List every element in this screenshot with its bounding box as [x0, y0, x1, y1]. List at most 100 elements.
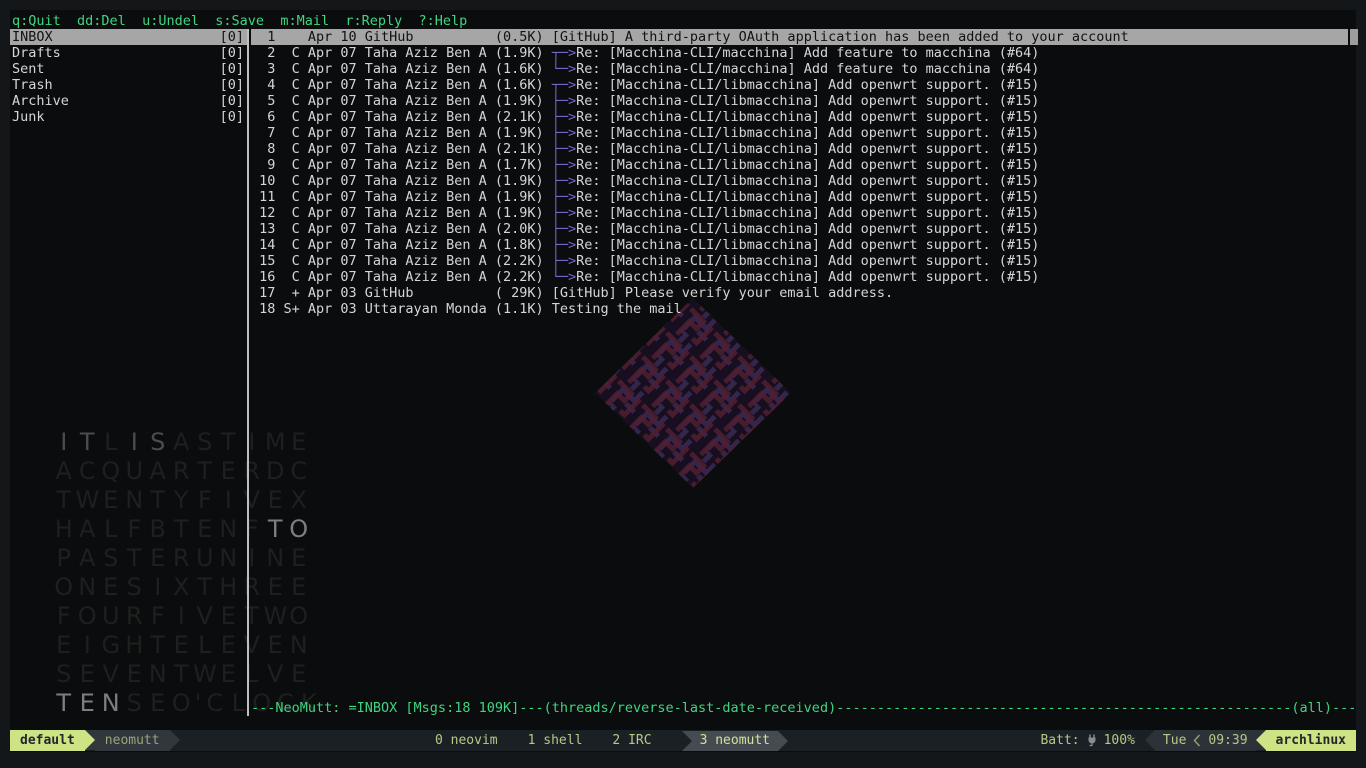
mail-subject: Re: [Macchina-CLI/libmacchina] Add openw…: [576, 205, 1039, 221]
clock-letter: T: [240, 602, 264, 631]
mail-row[interactable]: 15 C Apr 07 Taha Aziz Ben A (2.2K) ├─>Re…: [251, 253, 1348, 269]
thread-tree-icon: ├─>: [552, 237, 576, 253]
mailbox-count: [0]: [220, 93, 244, 109]
sidebar-item-drafts[interactable]: Drafts[0]: [10, 45, 247, 61]
menu-item: dd:Del: [77, 13, 126, 29]
mail-row[interactable]: 17 + Apr 03 GitHub ( 29K) [GitHub] Pleas…: [251, 285, 1348, 301]
clock-letter: E: [217, 457, 241, 486]
mail-row[interactable]: 9 C Apr 07 Taha Aziz Ben A (1.7K) ├─>Re:…: [251, 157, 1348, 173]
mailbox-name: INBOX: [12, 29, 53, 45]
mail-row-columns: 11 C Apr 07 Taha Aziz Ben A (1.9K): [251, 189, 552, 205]
clock-row: ITLISASTIME: [52, 428, 321, 457]
sidebar-item-inbox[interactable]: INBOX[0]: [10, 29, 247, 45]
mail-row-columns: 18 S+ Apr 03 Uttarayan Monda (1.1K): [251, 301, 552, 317]
mail-row[interactable]: 10 C Apr 07 Taha Aziz Ben A (1.9K) ├─>Re…: [251, 173, 1348, 189]
thread-tree-icon: ┬─>: [552, 45, 576, 61]
clock-letter: E: [193, 515, 217, 544]
mail-row-columns: 17 + Apr 03 GitHub ( 29K): [251, 285, 552, 301]
mailbox-count: [0]: [220, 45, 244, 61]
clock-letter: H: [52, 515, 76, 544]
clock-letter: V: [240, 486, 264, 515]
clock-letter: S: [123, 689, 147, 718]
clock-letter: V: [240, 631, 264, 660]
clock-letter: A: [170, 428, 194, 457]
powerline-arrow-icon: [1256, 730, 1266, 750]
sidebar-item-trash[interactable]: Trash [0]: [10, 77, 247, 93]
mail-row[interactable]: 8 C Apr 07 Taha Aziz Ben A (2.1K) ├─>Re:…: [251, 141, 1348, 157]
mail-row[interactable]: 12 C Apr 07 Taha Aziz Ben A (1.9K) ├─>Re…: [251, 205, 1348, 221]
mail-row-columns: 6 C Apr 07 Taha Aziz Ben A (2.1K): [251, 109, 552, 125]
mail-row[interactable]: 4 C Apr 07 Taha Aziz Ben A (1.6K) ┬─>Re:…: [251, 77, 1348, 93]
thread-tree-icon: ├─>: [552, 189, 576, 205]
clock-letter: A: [76, 515, 100, 544]
clock-letter: N: [123, 486, 147, 515]
clock-letter: T: [264, 515, 288, 544]
mail-row[interactable]: 18 S+ Apr 03 Uttarayan Monda (1.1K) Test…: [251, 301, 1348, 317]
clock-letter: B: [146, 515, 170, 544]
mail-row[interactable]: 16 C Apr 07 Taha Aziz Ben A (2.2K) └─>Re…: [251, 269, 1348, 285]
mailbox-name: Junk: [12, 109, 45, 125]
spacer: [53, 77, 220, 93]
clock-letter: H: [217, 573, 241, 602]
tmux-window-irc[interactable]: 2 IRC: [612, 733, 651, 748]
tmux-session-name[interactable]: default: [10, 730, 85, 751]
mail-subject: Re: [Macchina-CLI/libmacchina] Add openw…: [576, 77, 1039, 93]
clock-letter: V: [99, 660, 123, 689]
tmux-datetime-segment: Tue 09:39: [1155, 730, 1256, 751]
mail-row[interactable]: 14 C Apr 07 Taha Aziz Ben A (1.8K) ├─>Re…: [251, 237, 1348, 253]
powerline-arrow-icon: [1145, 730, 1155, 750]
mail-row-columns: 5 C Apr 07 Taha Aziz Ben A (1.9K): [251, 93, 552, 109]
clock-letter: E: [287, 660, 311, 689]
pane-separator: [247, 29, 249, 716]
clock-row: ONESIXTHREE: [52, 573, 321, 602]
clock-letter: R: [123, 602, 147, 631]
powerline-arrow-icon: [778, 731, 788, 751]
clock-letter: T: [193, 457, 217, 486]
clock-letter: S: [193, 428, 217, 457]
clock-letter: F: [193, 486, 217, 515]
mail-row[interactable]: 5 C Apr 07 Taha Aziz Ben A (1.9K) ├─>Re:…: [251, 93, 1348, 109]
mail-row-columns: 16 C Apr 07 Taha Aziz Ben A (2.2K): [251, 269, 552, 285]
tmux-window-neomutt[interactable]: 3 neomutt: [692, 731, 778, 751]
clock-letter: I: [76, 631, 100, 660]
mail-subject: [GitHub] A third-party OAuth application…: [552, 29, 1129, 45]
spacer: [69, 93, 220, 109]
clock-row: SEVENTWELVE: [52, 660, 321, 689]
mail-row[interactable]: 13 C Apr 07 Taha Aziz Ben A (2.0K) ├─>Re…: [251, 221, 1348, 237]
mail-subject: Re: [Macchina-CLI/libmacchina] Add openw…: [576, 109, 1039, 125]
clock-letter: R: [240, 573, 264, 602]
sidebar-item-archive[interactable]: Archive[0]: [10, 93, 247, 109]
scrollbar-indicator[interactable]: [1350, 29, 1358, 45]
terminal-window: ITLISASTIMEACQUARTERDCTWENTYFIVEXHALFBTE…: [10, 10, 1356, 752]
mailbox-name: Trash: [12, 77, 53, 93]
mail-row[interactable]: 7 C Apr 07 Taha Aziz Ben A (1.9K) ├─>Re:…: [251, 125, 1348, 141]
clock-letter: A: [52, 457, 76, 486]
menu-item: m:Mail: [280, 13, 329, 29]
status-line: ---NeoMutt: =INBOX [Msgs:18 109K]---(thr…: [251, 700, 1356, 716]
mail-subject: Re: [Macchina-CLI/libmacchina] Add openw…: [576, 141, 1039, 157]
mail-row[interactable]: 2 C Apr 07 Taha Aziz Ben A (1.9K) ┬─>Re:…: [251, 45, 1348, 61]
thread-tree-icon: ├─>: [552, 253, 576, 269]
tmux-window-shell[interactable]: 1 shell: [528, 733, 583, 748]
mailbox-sidebar: INBOX[0]Drafts[0]Sent[0]Trash[0]Archive[…: [10, 29, 247, 125]
clock-letter: N: [264, 544, 288, 573]
mail-index: 1 Apr 10 GitHub (0.5K) [GitHub] A third-…: [251, 29, 1348, 317]
clock-letter: U: [123, 457, 147, 486]
mail-row[interactable]: 11 C Apr 07 Taha Aziz Ben A (1.9K) ├─>Re…: [251, 189, 1348, 205]
mail-subject: Re: [Macchina-CLI/libmacchina] Add openw…: [576, 125, 1039, 141]
menu-item: s:Save: [215, 13, 264, 29]
sidebar-item-junk[interactable]: Junk[0]: [10, 109, 247, 125]
clock-letter: I: [240, 428, 264, 457]
sidebar-item-sent[interactable]: Sent[0]: [10, 61, 247, 77]
clock-letter: O: [170, 689, 194, 718]
mail-subject: Re: [Macchina-CLI/libmacchina] Add openw…: [576, 221, 1039, 237]
clock-letter: F: [52, 602, 76, 631]
mail-row[interactable]: 3 C Apr 07 Taha Aziz Ben A (1.6K) └─>Re:…: [251, 61, 1348, 77]
clock-letter: T: [146, 486, 170, 515]
clock-letter: V: [264, 660, 288, 689]
mailbox-count: [0]: [220, 77, 244, 93]
tmux-window-neovim[interactable]: 0 neovim: [435, 733, 498, 748]
clock-letter: C: [287, 457, 311, 486]
mail-row[interactable]: 1 Apr 10 GitHub (0.5K) [GitHub] A third-…: [251, 29, 1348, 45]
mail-row[interactable]: 6 C Apr 07 Taha Aziz Ben A (2.1K) ├─>Re:…: [251, 109, 1348, 125]
